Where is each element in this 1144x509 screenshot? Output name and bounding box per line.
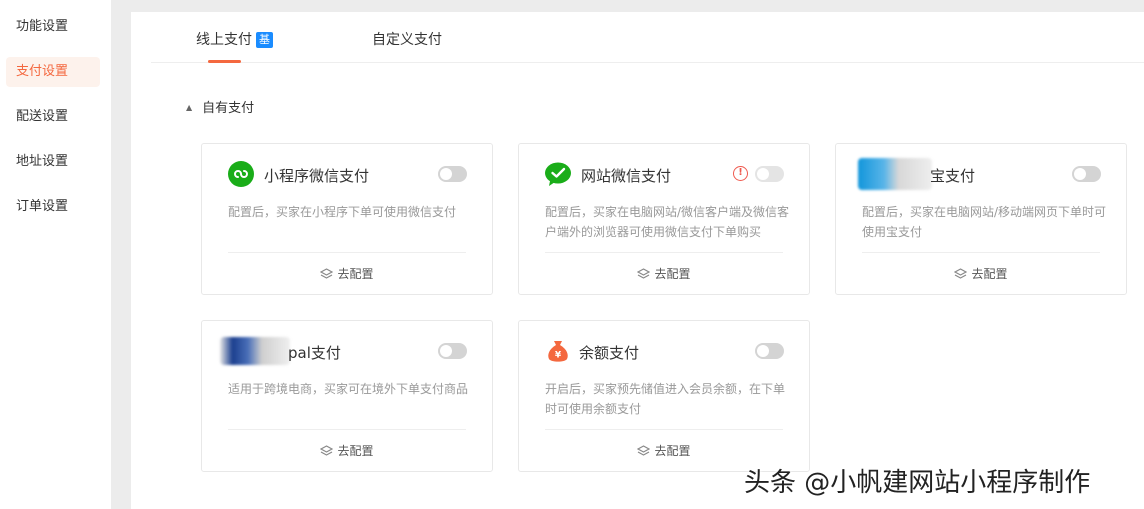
card-description: 开启后，买家预先储值进入会员余额，在下单时可使用余额支付 xyxy=(545,382,786,416)
money-bag-icon: ¥ xyxy=(548,341,568,362)
configure-button[interactable]: 去配置 xyxy=(202,265,492,282)
layers-icon xyxy=(320,445,334,456)
divider xyxy=(228,429,466,430)
configure-button[interactable]: 去配置 xyxy=(519,442,809,459)
configure-button[interactable]: 去配置 xyxy=(202,442,492,459)
basic-badge: 基 xyxy=(256,32,273,48)
watermark-text: 头条 @小帆建网站小程序制作 xyxy=(744,468,1091,498)
layers-icon xyxy=(954,268,968,279)
payment-card-website-wechat: 网站微信支付 ! 配置后，买家在电脑网站/微信客户端及微信客户端外的浏览器可使用… xyxy=(518,143,810,295)
wechat-icon xyxy=(545,162,571,186)
divider xyxy=(862,252,1100,253)
card-description: 适用于跨境电商，买家可在境外下单支付商品 xyxy=(228,382,469,396)
configure-label: 去配置 xyxy=(971,267,1008,281)
active-tab-indicator xyxy=(208,60,241,63)
main-panel: 线上支付基 自定义支付 ▲ 自有支付 小程序微信支付 配置后，买家在小程序下单可使… xyxy=(131,12,1144,509)
card-description: 配置后，买家在电脑网站/移动端网页下单时可使用宝支付 xyxy=(862,205,1107,239)
svg-text:¥: ¥ xyxy=(555,351,562,361)
enable-toggle[interactable] xyxy=(755,166,784,182)
payment-card-miniprogram-wechat: 小程序微信支付 配置后，买家在小程序下单可使用微信支付 去配置 xyxy=(201,143,493,295)
card-description: 配置后，买家在电脑网站/微信客户端及微信客户端外的浏览器可使用微信支付下单购买 xyxy=(545,205,790,239)
enable-toggle[interactable] xyxy=(438,343,467,359)
layers-icon xyxy=(320,268,334,279)
configure-button[interactable]: 去配置 xyxy=(519,265,809,282)
tab-custom-payment[interactable]: 自定义支付 xyxy=(372,29,442,49)
card-title: 网站微信支付 xyxy=(581,167,672,185)
configure-button[interactable]: 去配置 xyxy=(836,265,1126,282)
card-title: 余额支付 xyxy=(579,344,640,362)
card-title: 宝支付 xyxy=(930,167,976,185)
payment-card-balance: ¥ 余额支付 开启后，买家预先储值进入会员余额，在下单时可使用余额支付 去配置 xyxy=(518,320,810,472)
paypal-logo-icon xyxy=(220,337,290,365)
divider xyxy=(228,252,466,253)
sidebar-item-address-settings[interactable]: 地址设置 xyxy=(6,147,100,177)
configure-label: 去配置 xyxy=(654,444,691,458)
page-gutter xyxy=(111,0,131,509)
card-title: 小程序微信支付 xyxy=(264,167,370,185)
enable-toggle[interactable] xyxy=(755,343,784,359)
layers-icon xyxy=(637,445,651,456)
section-title: 自有支付 xyxy=(202,101,255,116)
configure-label: 去配置 xyxy=(337,267,374,281)
card-description: 配置后，买家在小程序下单可使用微信支付 xyxy=(228,205,457,219)
configure-label: 去配置 xyxy=(337,444,374,458)
layers-icon xyxy=(637,268,651,279)
sidebar-item-function-settings[interactable]: 功能设置 xyxy=(6,12,100,42)
enable-toggle[interactable] xyxy=(1072,166,1101,182)
card-title: pal支付 xyxy=(288,344,341,362)
divider xyxy=(545,429,783,430)
tab-online-payment-label: 线上支付 xyxy=(196,32,252,48)
sidebar-item-order-settings[interactable]: 订单设置 xyxy=(6,192,100,222)
sidebar: 功能设置 支付设置 配送设置 地址设置 订单设置 xyxy=(0,0,111,509)
sidebar-item-delivery-settings[interactable]: 配送设置 xyxy=(6,102,100,132)
payment-card-alipay: 宝支付 配置后，买家在电脑网站/移动端网页下单时可使用宝支付 去配置 xyxy=(835,143,1127,295)
warning-icon[interactable]: ! xyxy=(733,166,748,181)
tab-bar: 线上支付基 自定义支付 xyxy=(151,12,1144,63)
caret-down-icon: ▲ xyxy=(186,103,193,112)
payment-card-paypal: pal支付 适用于跨境电商，买家可在境外下单支付商品 去配置 xyxy=(201,320,493,472)
miniprogram-icon xyxy=(228,161,254,187)
configure-label: 去配置 xyxy=(654,267,691,281)
section-own-payment[interactable]: ▲ 自有支付 xyxy=(186,97,254,116)
divider xyxy=(545,252,783,253)
tab-online-payment[interactable]: 线上支付基 xyxy=(196,29,273,49)
sidebar-item-payment-settings[interactable]: 支付设置 xyxy=(6,57,100,87)
enable-toggle[interactable] xyxy=(438,166,467,182)
alipay-logo-icon xyxy=(858,158,932,190)
